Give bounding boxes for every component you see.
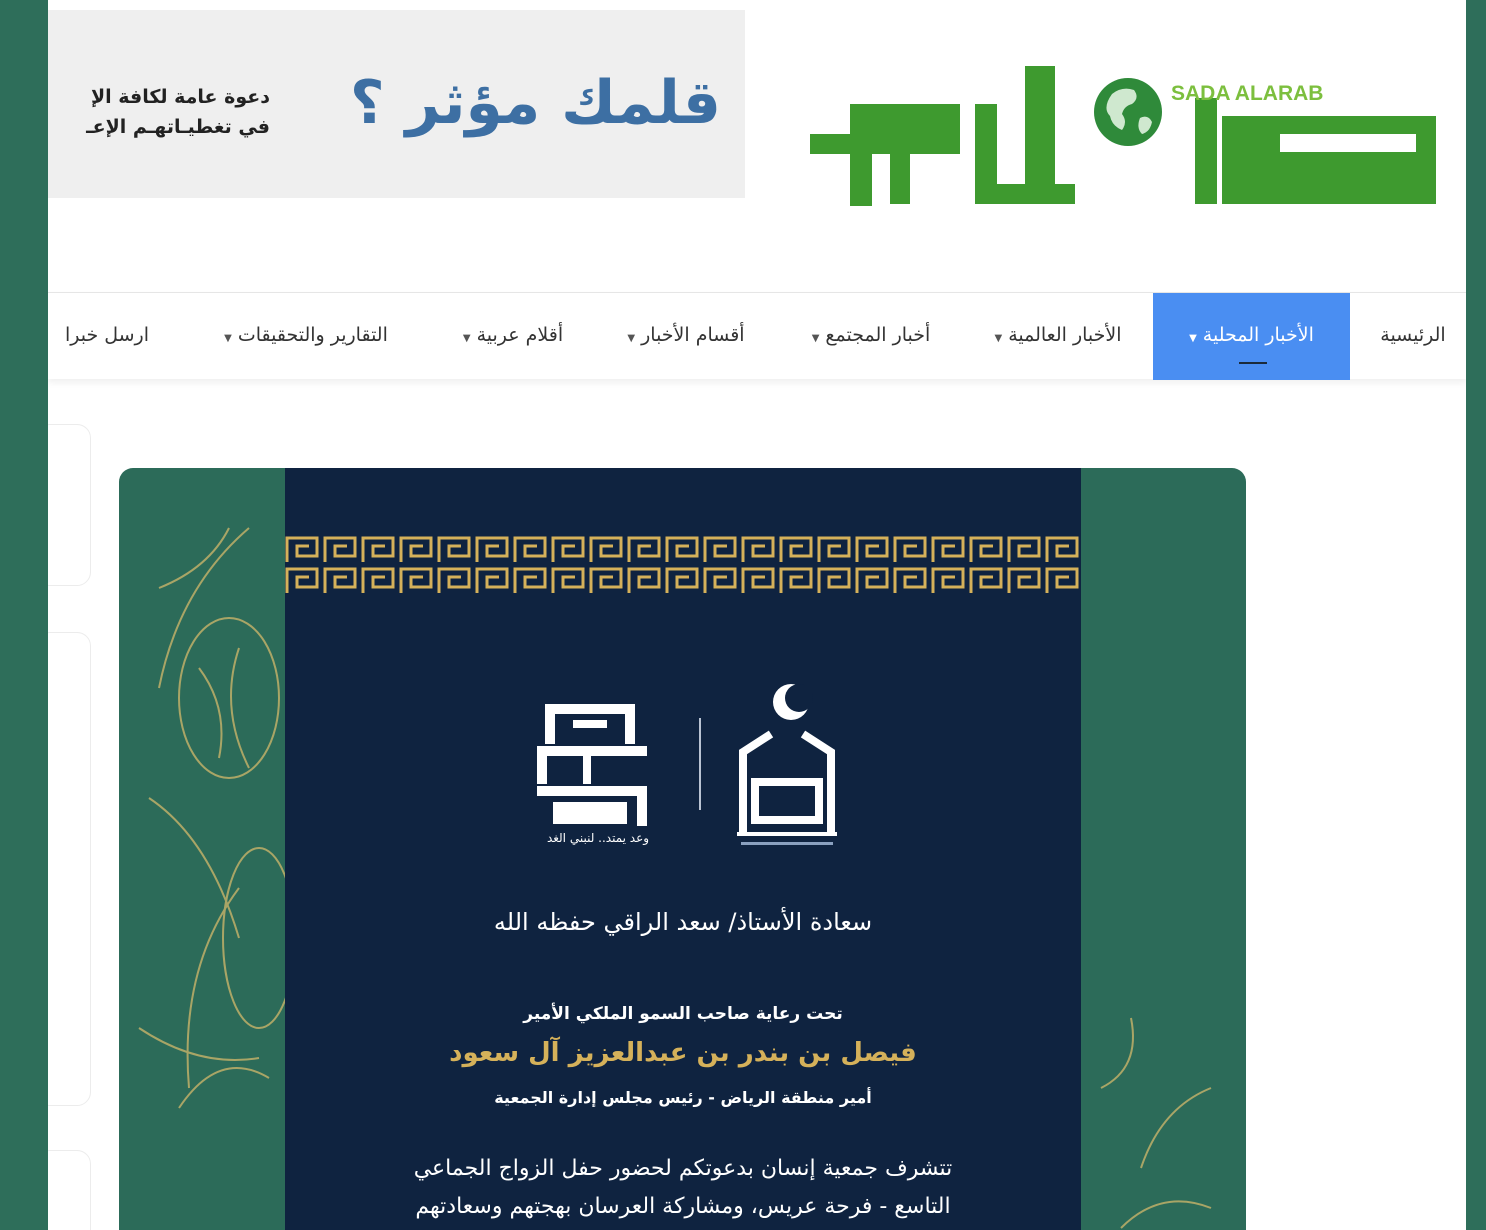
nav-item-label: الأخبار المحلية — [1202, 324, 1314, 346]
logo-latin-text: SADA ALARAB — [1171, 82, 1324, 105]
active-indicator — [1239, 362, 1267, 364]
nav-item-world-news[interactable]: الأخبار العالمية ▼ — [973, 293, 1143, 380]
prince-name: فيصل بن بندر بن عبدالعزيز آل سعود — [449, 1038, 917, 1068]
webpage: قلمك مؤثر ؟ دعوة عامة لكافة الإ في تغطيـ… — [48, 0, 1466, 1230]
main-navigation: الرئيسية الأخبار المحلية ▼ الأخبار العالم… — [48, 292, 1466, 380]
guest-line: سعادة الأستاذ/ سعد الراقي حفظه الله — [493, 908, 873, 936]
ad-banner[interactable]: قلمك مؤثر ؟ دعوة عامة لكافة الإ في تغطيـ… — [48, 10, 745, 198]
invitation-image[interactable]: وعد يمتد.. لنبني الغد سعادة الأستاذ/ سعد… — [119, 468, 1246, 1230]
prince-title: أمير منطقة الرياض - رئيس مجلس إدارة الجم… — [494, 1088, 872, 1107]
sidebar-card[interactable] — [48, 424, 91, 586]
globe-icon — [1094, 78, 1162, 146]
nav-item-label: أخبار المجتمع — [825, 324, 931, 346]
caret-down-icon: ▼ — [994, 333, 1003, 344]
nav-item-label: الأخبار العالمية — [1008, 324, 1122, 346]
nav-item-community-news[interactable]: أخبار المجتمع ▼ — [786, 293, 956, 380]
caret-down-icon: ▼ — [1189, 333, 1197, 344]
insan-logo — [737, 684, 837, 845]
floral-decoration-right — [1100, 1017, 1212, 1229]
nav-item-label: الرئيسية — [1380, 324, 1446, 346]
invitation-body-line: التاسع - فرحة عريس، ومشاركة العرسان بهجت… — [415, 1194, 951, 1219]
nav-item-home[interactable]: الرئيسية — [1370, 293, 1456, 380]
nav-item-label: التقارير والتحقيقات — [237, 324, 388, 346]
greek-key-border — [285, 534, 1081, 596]
nav-item-label: أقسام الأخبار — [641, 324, 745, 346]
ad-text-line: في تغطيـاتهـم الإعـ — [86, 116, 270, 138]
sidebar-card[interactable] — [48, 1150, 91, 1230]
patronage-line: تحت رعاية صاحب السمو الملكي الأمير — [523, 1004, 843, 1024]
ad-text-line: دعوة عامة لكافة الإ — [90, 86, 270, 108]
caret-down-icon: ▼ — [627, 333, 636, 344]
nav-item-label: ارسل خبرا — [64, 324, 150, 346]
ad-text: دعوة عامة لكافة الإ في تغطيـاتهـم الإعـ — [48, 82, 270, 142]
sidebar-card[interactable] — [48, 632, 91, 1106]
nav-item-send-news[interactable]: ارسل خبرا — [48, 293, 166, 380]
family-campaign-logo: وعد يمتد.. لنبني الغد — [537, 704, 649, 846]
nav-item-news-sections[interactable]: أقسام الأخبار ▼ — [601, 293, 771, 380]
caret-down-icon: ▼ — [811, 333, 820, 344]
floral-decoration-left — [138, 527, 285, 1109]
logo-divider — [699, 718, 701, 810]
ad-headline: قلمك مؤثر ؟ — [349, 68, 721, 138]
nav-item-local-news[interactable]: الأخبار المحلية ▼ — [1153, 293, 1350, 380]
nav-item-reports[interactable]: التقارير والتحقيقات ▼ — [190, 293, 422, 380]
caret-down-icon: ▼ — [224, 333, 232, 344]
nav-item-label: أقلام عربية — [476, 324, 564, 346]
invitation-body-line: تتشرف جمعية إنسان بدعوتكم لحضور حفل الزو… — [413, 1156, 953, 1181]
caret-down-icon: ▼ — [462, 333, 471, 344]
family-logo-tagline: وعد يمتد.. لنبني الغد — [547, 831, 649, 846]
nav-item-arab-pens[interactable]: أقلام عربية ▼ — [438, 293, 588, 380]
site-logo[interactable] — [790, 58, 1450, 218]
